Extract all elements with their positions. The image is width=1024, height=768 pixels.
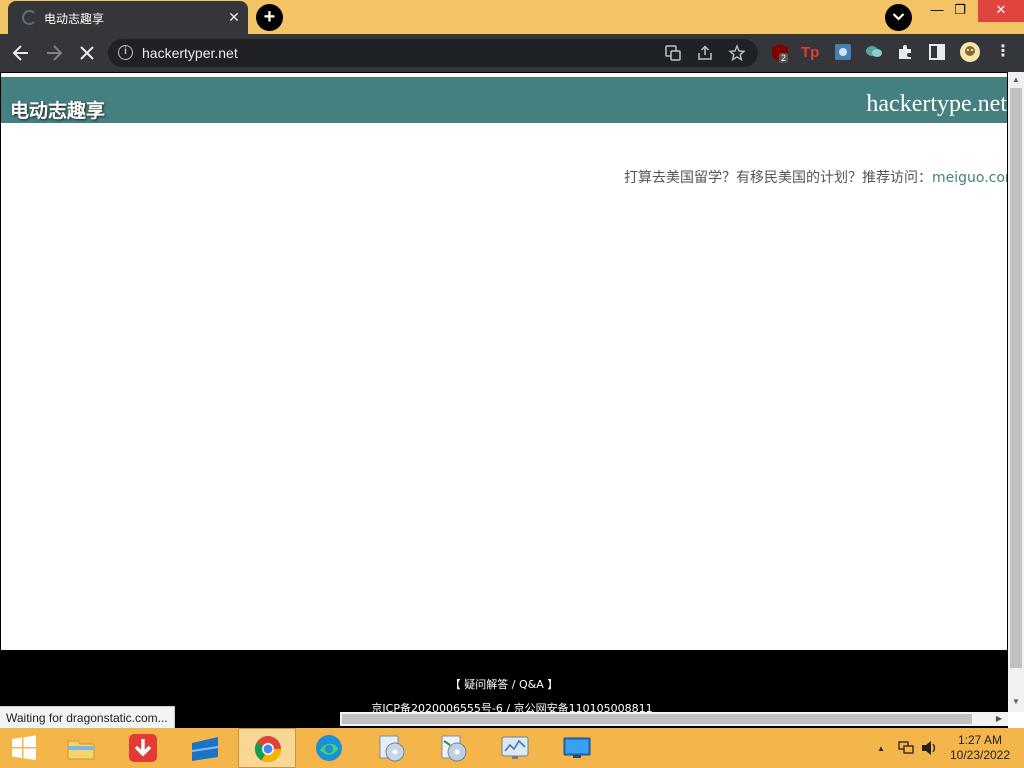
clock-date: 10/23/2022	[949, 748, 1011, 762]
monitor-app-taskbar-button[interactable]	[486, 728, 544, 768]
forward-arrow-icon[interactable]	[43, 42, 65, 64]
store-icon	[191, 737, 219, 761]
scroll-right-arrow-icon[interactable]: ▶	[992, 712, 1006, 726]
address-bar[interactable]: i hackertyper.net	[108, 39, 758, 67]
disc-icon	[379, 735, 405, 762]
taskbar: ▲ 1:27 AM 10/23/2022	[0, 728, 1024, 768]
download-manager-taskbar-button[interactable]	[114, 728, 172, 768]
edge-icon	[316, 735, 342, 761]
promo-text: 打算去美国留学？有移民美国的计划？推荐访问：meiguo.com	[624, 167, 1007, 187]
disc-app-taskbar-button-1[interactable]	[362, 728, 420, 768]
vertical-scrollbar[interactable]: ▲ ▼	[1008, 72, 1024, 712]
store-taskbar-button[interactable]	[176, 728, 234, 768]
chrome-icon	[254, 736, 282, 763]
browser-titlebar: 电动志趣享 ✕ + — ❐ ✕	[0, 0, 1024, 34]
chrome-menu-icon[interactable]: ⋮	[993, 43, 1013, 63]
footer-qa-link[interactable]: 【 疑问解答 / Q&A 】	[0, 676, 1008, 692]
site-domain[interactable]: hackertype.net	[866, 91, 1007, 118]
disc-burn-icon	[441, 735, 467, 762]
folder-icon	[67, 740, 95, 760]
ublock-badge: 2	[779, 53, 789, 63]
stop-loading-icon[interactable]	[76, 42, 98, 64]
tab-close-icon[interactable]: ✕	[224, 7, 244, 27]
tray-overflow-chevron-icon[interactable]: ▲	[877, 744, 885, 753]
site-brand[interactable]: 电动志趣享	[10, 96, 105, 123]
network-icon[interactable]	[898, 741, 914, 755]
remote-desktop-icon	[563, 737, 591, 758]
status-bubble: Waiting for dragonstatic.com...	[0, 706, 175, 728]
start-button[interactable]	[0, 728, 48, 768]
volume-icon[interactable]	[921, 740, 939, 756]
tab-search-button[interactable]	[885, 4, 912, 31]
scroll-up-arrow-icon[interactable]: ▲	[1008, 72, 1024, 88]
remote-desktop-taskbar-button[interactable]	[548, 728, 606, 768]
bookmark-star-icon[interactable]	[728, 44, 746, 62]
ublock-icon[interactable]: 2	[770, 43, 790, 63]
address-url[interactable]: hackertyper.net	[142, 45, 238, 61]
back-arrow-icon[interactable]	[10, 42, 32, 64]
window-close-button[interactable]: ✕	[978, 0, 1024, 22]
new-tab-button[interactable]: +	[256, 4, 283, 31]
edge-taskbar-button[interactable]	[300, 728, 358, 768]
loading-spinner-icon	[22, 10, 37, 25]
windows-logo-icon	[12, 735, 36, 760]
share-icon[interactable]	[696, 44, 714, 62]
taskbar-clock[interactable]: 1:27 AM 10/23/2022	[944, 733, 1016, 763]
web-page: 电动志趣享 hackertype.net 打算去美国留学？有移民美国的计划？推荐…	[0, 72, 1008, 656]
chrome-taskbar-button[interactable]	[238, 728, 296, 768]
side-panel-icon[interactable]	[928, 43, 948, 63]
vertical-scroll-thumb[interactable]	[1010, 88, 1022, 668]
disc-app-taskbar-button-2[interactable]	[424, 728, 482, 768]
promo-message: 打算去美国留学？有移民美国的计划？推荐访问：	[624, 170, 932, 186]
tab-title: 电动志趣享	[44, 12, 105, 26]
file-explorer-taskbar-button[interactable]	[52, 728, 110, 768]
extensions-puzzle-icon[interactable]	[896, 43, 916, 63]
browser-tab[interactable]: 电动志趣享 ✕	[8, 1, 248, 34]
browser-toolbar: i hackertyper.net 2 Tp ⋮	[0, 34, 1024, 72]
chevron-down-icon	[892, 13, 905, 21]
chat-extension-icon[interactable]	[864, 43, 884, 63]
promo-link[interactable]: meiguo.com	[932, 170, 1007, 186]
site-header: 电动志趣享 hackertype.net	[1, 77, 1007, 123]
download-arrow-icon	[129, 734, 157, 762]
site-info-icon[interactable]: i	[118, 45, 133, 60]
horizontal-scrollbar[interactable]: ▶	[340, 712, 1008, 726]
profile-avatar[interactable]	[959, 41, 981, 63]
tp-icon[interactable]: Tp	[801, 43, 821, 63]
performance-monitor-icon	[501, 736, 529, 759]
horizontal-scroll-thumb[interactable]	[342, 714, 972, 724]
camera-extension-icon[interactable]	[834, 43, 854, 63]
clock-time: 1:27 AM	[957, 733, 1003, 747]
window-maximize-button[interactable]: ❐	[940, 0, 980, 22]
translate-icon[interactable]	[664, 44, 682, 62]
